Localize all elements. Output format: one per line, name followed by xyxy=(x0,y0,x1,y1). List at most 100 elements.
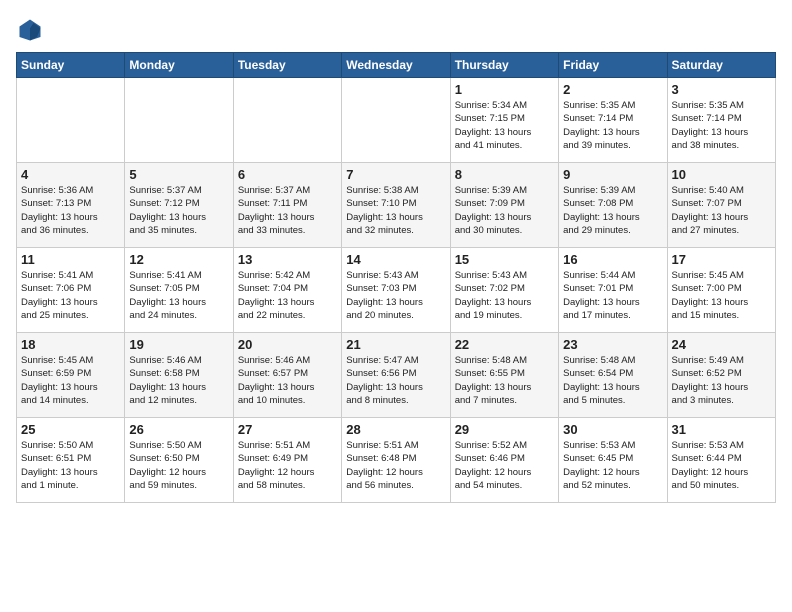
day-info: Sunrise: 5:37 AM Sunset: 7:11 PM Dayligh… xyxy=(238,184,337,237)
day-info: Sunrise: 5:48 AM Sunset: 6:55 PM Dayligh… xyxy=(455,354,554,407)
day-info: Sunrise: 5:50 AM Sunset: 6:50 PM Dayligh… xyxy=(129,439,228,492)
day-number: 8 xyxy=(455,167,554,182)
day-info: Sunrise: 5:35 AM Sunset: 7:14 PM Dayligh… xyxy=(672,99,771,152)
calendar-cell: 17 Sunrise: 5:45 AM Sunset: 7:00 PM Dayli… xyxy=(667,248,775,333)
day-info: Sunrise: 5:35 AM Sunset: 7:14 PM Dayligh… xyxy=(563,99,662,152)
day-info: Sunrise: 5:48 AM Sunset: 6:54 PM Dayligh… xyxy=(563,354,662,407)
calendar-week-row: 1Sunrise: 5:34 AM Sunset: 7:15 PM Daylig… xyxy=(17,78,776,163)
day-info: Sunrise: 5:49 AM Sunset: 6:52 PM Dayligh… xyxy=(672,354,771,407)
day-number: 15 xyxy=(455,252,554,267)
day-info: Sunrise: 5:45 AM Sunset: 6:59 PM Dayligh… xyxy=(21,354,120,407)
day-number: 12 xyxy=(129,252,228,267)
day-info: Sunrise: 5:41 AM Sunset: 7:06 PM Dayligh… xyxy=(21,269,120,322)
calendar-day-header: Saturday xyxy=(667,53,775,78)
day-number: 18 xyxy=(21,337,120,352)
calendar-cell xyxy=(17,78,125,163)
calendar-cell: 16 Sunrise: 5:44 AM Sunset: 7:01 PM Dayli… xyxy=(559,248,667,333)
calendar-table: SundayMondayTuesdayWednesdayThursdayFrid… xyxy=(16,52,776,503)
calendar-day-header: Sunday xyxy=(17,53,125,78)
day-info: Sunrise: 5:53 AM Sunset: 6:45 PM Dayligh… xyxy=(563,439,662,492)
day-info: Sunrise: 5:46 AM Sunset: 6:58 PM Dayligh… xyxy=(129,354,228,407)
day-number: 29 xyxy=(455,422,554,437)
day-number: 28 xyxy=(346,422,445,437)
calendar-cell: 29 Sunrise: 5:52 AM Sunset: 6:46 PM Dayli… xyxy=(450,418,558,503)
calendar-cell: 5 Sunrise: 5:37 AM Sunset: 7:12 PM Daylig… xyxy=(125,163,233,248)
calendar-cell xyxy=(233,78,341,163)
calendar-header-row: SundayMondayTuesdayWednesdayThursdayFrid… xyxy=(17,53,776,78)
calendar-cell: 13 Sunrise: 5:42 AM Sunset: 7:04 PM Dayli… xyxy=(233,248,341,333)
logo xyxy=(16,16,48,44)
day-info: Sunrise: 5:51 AM Sunset: 6:48 PM Dayligh… xyxy=(346,439,445,492)
day-info: Sunrise: 5:44 AM Sunset: 7:01 PM Dayligh… xyxy=(563,269,662,322)
day-number: 2 xyxy=(563,82,662,97)
day-info: Sunrise: 5:45 AM Sunset: 7:00 PM Dayligh… xyxy=(672,269,771,322)
day-number: 27 xyxy=(238,422,337,437)
calendar-cell: 12Sunrise: 5:41 AM Sunset: 7:05 PM Dayli… xyxy=(125,248,233,333)
calendar-cell: 21 Sunrise: 5:47 AM Sunset: 6:56 PM Dayli… xyxy=(342,333,450,418)
day-number: 16 xyxy=(563,252,662,267)
calendar-cell: 10Sunrise: 5:40 AM Sunset: 7:07 PM Dayli… xyxy=(667,163,775,248)
calendar-day-header: Tuesday xyxy=(233,53,341,78)
day-info: Sunrise: 5:47 AM Sunset: 6:56 PM Dayligh… xyxy=(346,354,445,407)
calendar-cell: 8 Sunrise: 5:39 AM Sunset: 7:09 PM Daylig… xyxy=(450,163,558,248)
calendar-day-header: Thursday xyxy=(450,53,558,78)
calendar-cell: 27 Sunrise: 5:51 AM Sunset: 6:49 PM Dayli… xyxy=(233,418,341,503)
day-number: 4 xyxy=(21,167,120,182)
calendar-cell: 6 Sunrise: 5:37 AM Sunset: 7:11 PM Daylig… xyxy=(233,163,341,248)
day-info: Sunrise: 5:36 AM Sunset: 7:13 PM Dayligh… xyxy=(21,184,120,237)
logo-icon xyxy=(16,16,44,44)
calendar-cell: 23 Sunrise: 5:48 AM Sunset: 6:54 PM Dayli… xyxy=(559,333,667,418)
day-number: 7 xyxy=(346,167,445,182)
calendar-cell: 28 Sunrise: 5:51 AM Sunset: 6:48 PM Dayli… xyxy=(342,418,450,503)
day-info: Sunrise: 5:37 AM Sunset: 7:12 PM Dayligh… xyxy=(129,184,228,237)
calendar-week-row: 4 Sunrise: 5:36 AM Sunset: 7:13 PM Daylig… xyxy=(17,163,776,248)
day-number: 1 xyxy=(455,82,554,97)
day-info: Sunrise: 5:38 AM Sunset: 7:10 PM Dayligh… xyxy=(346,184,445,237)
day-number: 5 xyxy=(129,167,228,182)
day-info: Sunrise: 5:51 AM Sunset: 6:49 PM Dayligh… xyxy=(238,439,337,492)
day-number: 13 xyxy=(238,252,337,267)
calendar-cell: 19 Sunrise: 5:46 AM Sunset: 6:58 PM Dayli… xyxy=(125,333,233,418)
day-number: 23 xyxy=(563,337,662,352)
day-number: 11 xyxy=(21,252,120,267)
day-info: Sunrise: 5:50 AM Sunset: 6:51 PM Dayligh… xyxy=(21,439,120,492)
day-number: 26 xyxy=(129,422,228,437)
calendar-cell: 1Sunrise: 5:34 AM Sunset: 7:15 PM Daylig… xyxy=(450,78,558,163)
calendar-cell: 25 Sunrise: 5:50 AM Sunset: 6:51 PM Dayli… xyxy=(17,418,125,503)
day-number: 9 xyxy=(563,167,662,182)
day-number: 19 xyxy=(129,337,228,352)
calendar-cell: 14Sunrise: 5:43 AM Sunset: 7:03 PM Dayli… xyxy=(342,248,450,333)
calendar-cell: 22Sunrise: 5:48 AM Sunset: 6:55 PM Dayli… xyxy=(450,333,558,418)
day-info: Sunrise: 5:39 AM Sunset: 7:09 PM Dayligh… xyxy=(455,184,554,237)
day-number: 20 xyxy=(238,337,337,352)
calendar-day-header: Monday xyxy=(125,53,233,78)
calendar-cell: 30Sunrise: 5:53 AM Sunset: 6:45 PM Dayli… xyxy=(559,418,667,503)
calendar-cell: 3Sunrise: 5:35 AM Sunset: 7:14 PM Daylig… xyxy=(667,78,775,163)
calendar-cell xyxy=(125,78,233,163)
calendar-cell: 26 Sunrise: 5:50 AM Sunset: 6:50 PM Dayli… xyxy=(125,418,233,503)
day-info: Sunrise: 5:46 AM Sunset: 6:57 PM Dayligh… xyxy=(238,354,337,407)
calendar-cell xyxy=(342,78,450,163)
calendar-cell: 11 Sunrise: 5:41 AM Sunset: 7:06 PM Dayli… xyxy=(17,248,125,333)
day-number: 25 xyxy=(21,422,120,437)
day-number: 21 xyxy=(346,337,445,352)
day-number: 31 xyxy=(672,422,771,437)
calendar-cell: 7 Sunrise: 5:38 AM Sunset: 7:10 PM Daylig… xyxy=(342,163,450,248)
day-info: Sunrise: 5:39 AM Sunset: 7:08 PM Dayligh… xyxy=(563,184,662,237)
calendar-cell: 15Sunrise: 5:43 AM Sunset: 7:02 PM Dayli… xyxy=(450,248,558,333)
calendar-cell: 31Sunrise: 5:53 AM Sunset: 6:44 PM Dayli… xyxy=(667,418,775,503)
calendar-week-row: 11 Sunrise: 5:41 AM Sunset: 7:06 PM Dayli… xyxy=(17,248,776,333)
calendar-cell: 18 Sunrise: 5:45 AM Sunset: 6:59 PM Dayli… xyxy=(17,333,125,418)
calendar-cell: 2 Sunrise: 5:35 AM Sunset: 7:14 PM Daylig… xyxy=(559,78,667,163)
day-number: 14 xyxy=(346,252,445,267)
calendar-cell: 20 Sunrise: 5:46 AM Sunset: 6:57 PM Dayli… xyxy=(233,333,341,418)
day-info: Sunrise: 5:42 AM Sunset: 7:04 PM Dayligh… xyxy=(238,269,337,322)
day-info: Sunrise: 5:52 AM Sunset: 6:46 PM Dayligh… xyxy=(455,439,554,492)
calendar-day-header: Friday xyxy=(559,53,667,78)
calendar-cell: 24 Sunrise: 5:49 AM Sunset: 6:52 PM Dayli… xyxy=(667,333,775,418)
day-number: 24 xyxy=(672,337,771,352)
calendar-week-row: 18 Sunrise: 5:45 AM Sunset: 6:59 PM Dayli… xyxy=(17,333,776,418)
day-number: 6 xyxy=(238,167,337,182)
day-number: 10 xyxy=(672,167,771,182)
day-number: 17 xyxy=(672,252,771,267)
